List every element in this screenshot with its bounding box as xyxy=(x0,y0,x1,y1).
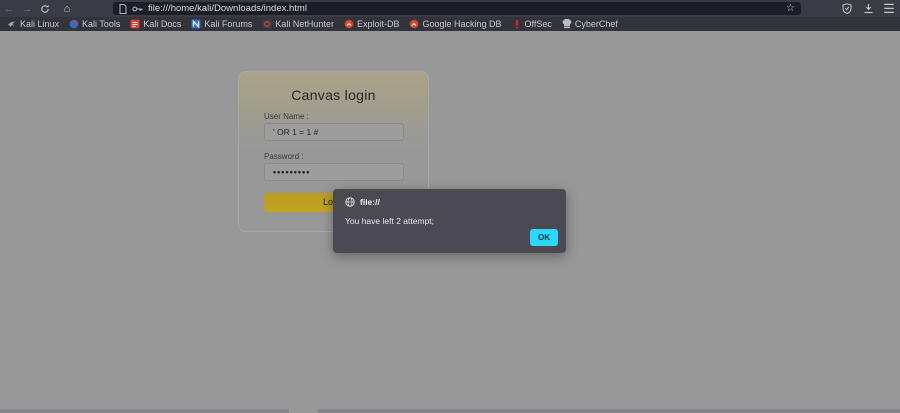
page-icon xyxy=(119,4,127,14)
ok-button[interactable]: OK xyxy=(530,229,558,246)
exploit-db-icon xyxy=(344,19,354,29)
alert-message: You have left 2 attempt; xyxy=(345,216,558,226)
bookmark-kali-tools[interactable]: Kali Tools xyxy=(66,18,127,30)
browser-window: ← → ⌂ file:///home/kali/Downloads/index.… xyxy=(0,0,900,413)
forward-icon[interactable]: → xyxy=(18,1,36,16)
downloads-icon[interactable] xyxy=(861,2,875,16)
alert-dialog: file:// You have left 2 attempt; OK xyxy=(333,189,566,253)
page-title: Canvas login xyxy=(239,87,428,103)
cyberchef-chef-hat-icon xyxy=(562,19,572,29)
bookmark-kali-docs[interactable]: Kali Docs xyxy=(127,18,188,30)
kali-nethunter-icon xyxy=(262,19,272,29)
navigation-toolbar: ← → ⌂ file:///home/kali/Downloads/index.… xyxy=(0,0,900,17)
globe-icon xyxy=(345,197,355,207)
bookmark-kali-forums[interactable]: Kali Forums xyxy=(188,18,259,30)
bookmark-exploit-db[interactable]: Exploit-DB xyxy=(341,18,407,30)
bookmark-cyberchef[interactable]: CyberChef xyxy=(559,18,625,30)
bookmark-offsec[interactable]: OffSec xyxy=(509,18,559,30)
offsec-icon xyxy=(512,19,522,29)
url-text: file:///home/kali/Downloads/index.html xyxy=(148,3,786,14)
menu-icon[interactable]: ☰ xyxy=(882,2,896,16)
password-label: Password : xyxy=(264,152,428,161)
bookmarks-toolbar: Kali Linux Kali Tools Kali Docs Kali For… xyxy=(0,17,900,31)
kali-linux-dragon-icon xyxy=(7,19,17,29)
bottom-edge-right xyxy=(318,409,900,413)
reload-icon[interactable] xyxy=(36,1,54,16)
kali-forums-icon xyxy=(191,19,201,29)
bookmark-kali-linux[interactable]: Kali Linux xyxy=(4,18,66,30)
bookmark-kali-nethunter[interactable]: Kali NetHunter xyxy=(259,18,341,30)
google-hacking-db-icon xyxy=(409,19,419,29)
bottom-edge-left xyxy=(0,409,289,413)
page-viewport: Canvas login User Name : ' OR 1 = 1 # Pa… xyxy=(0,31,900,413)
kali-docs-icon xyxy=(130,19,140,29)
bookmark-google-hacking-db[interactable]: Google Hacking DB xyxy=(406,18,508,30)
url-bar[interactable]: file:///home/kali/Downloads/index.html ☆ xyxy=(113,2,801,15)
kali-tools-icon xyxy=(69,19,79,29)
bookmark-star-icon[interactable]: ☆ xyxy=(786,4,795,14)
alert-origin: file:// xyxy=(360,197,380,207)
username-input[interactable]: ' OR 1 = 1 # xyxy=(264,123,404,141)
protections-shield-icon[interactable] xyxy=(840,2,854,16)
password-input[interactable]: ••••••••• xyxy=(264,163,404,181)
home-icon[interactable]: ⌂ xyxy=(58,1,76,16)
username-label: User Name : xyxy=(264,112,428,121)
back-icon[interactable]: ← xyxy=(0,1,18,16)
key-icon xyxy=(132,5,143,13)
